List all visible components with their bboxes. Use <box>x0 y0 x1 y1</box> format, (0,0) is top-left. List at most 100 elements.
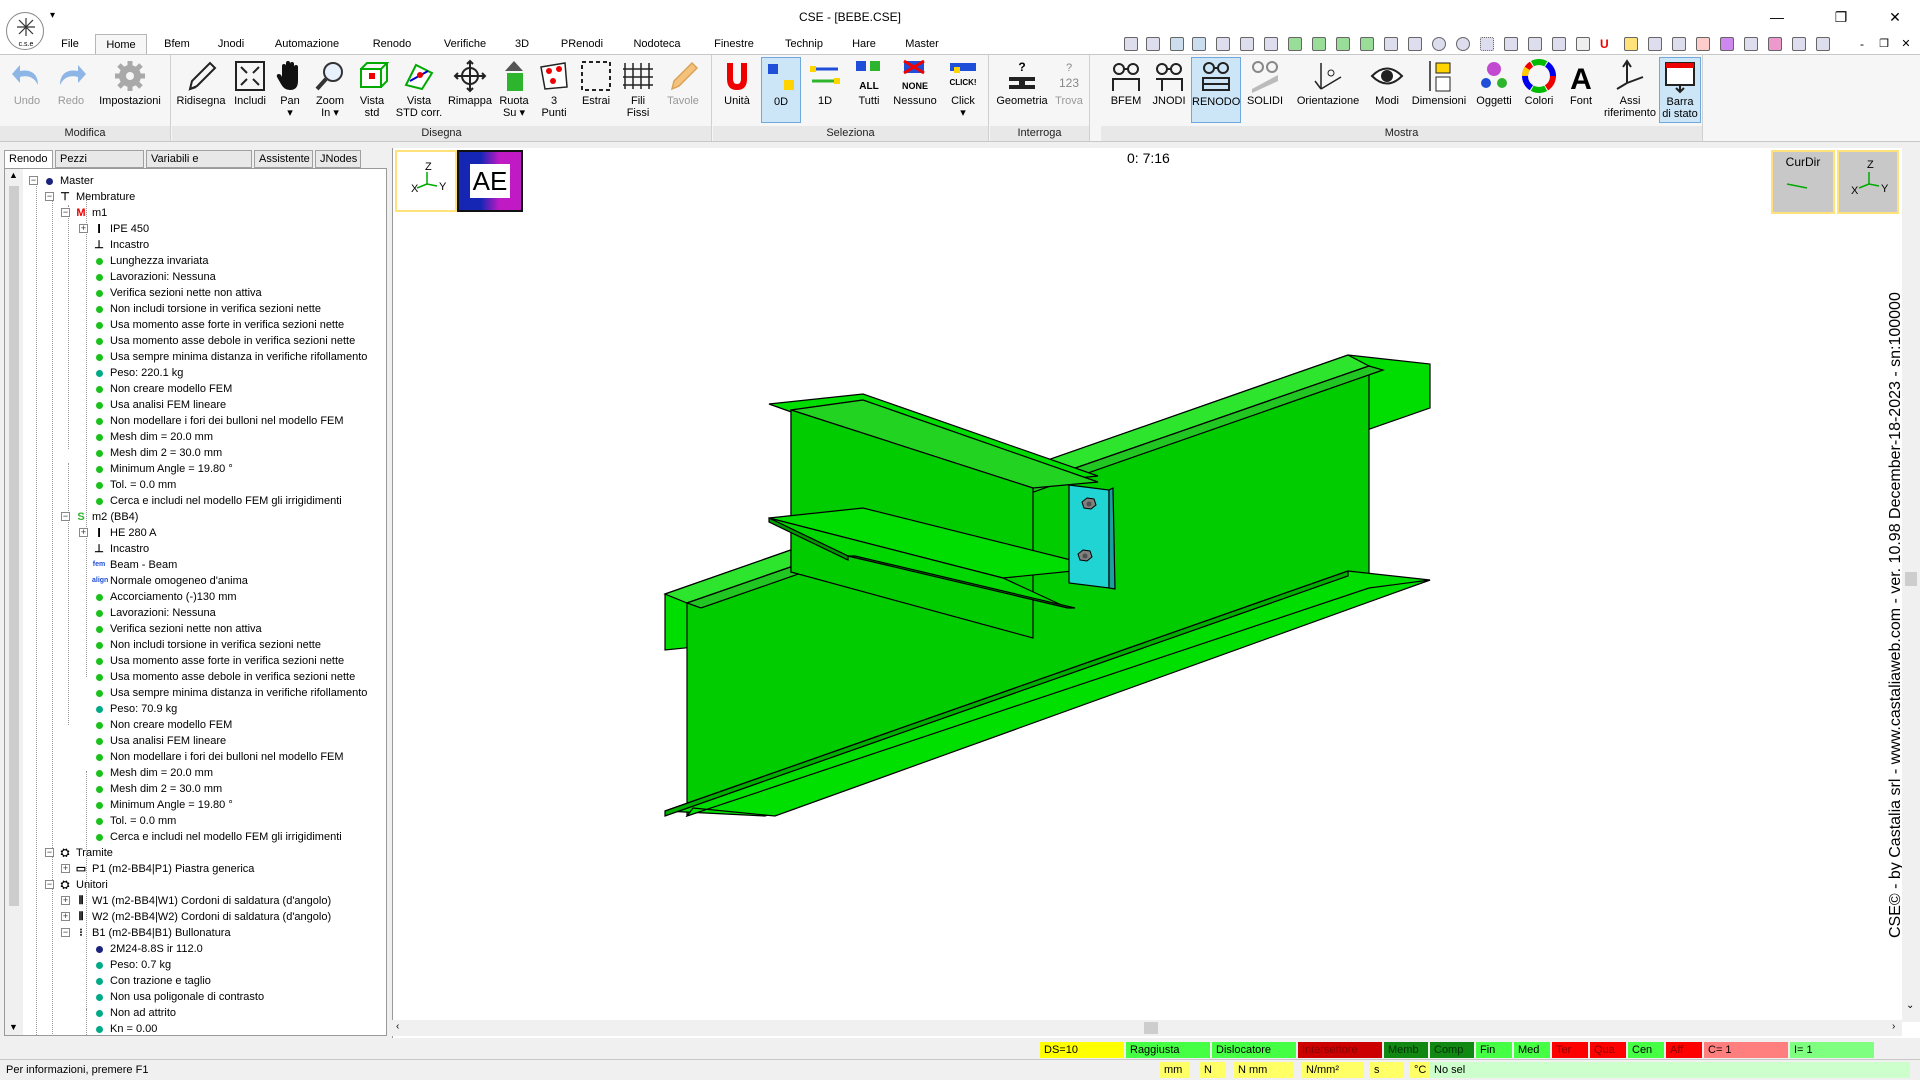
menu-renodo[interactable]: Renodo <box>370 34 414 54</box>
unit-time[interactable]: s <box>1370 1062 1404 1078</box>
barra-di-stato-button[interactable]: Barra di stato <box>1659 57 1701 123</box>
vista-std-corr-button[interactable]: Vista STD corr. <box>394 57 444 123</box>
status-intersettore[interactable]: Intersettore <box>1298 1042 1382 1058</box>
pencil-small-icon[interactable] <box>1216 37 1230 51</box>
status-raggiusta[interactable]: Raggiusta <box>1126 1042 1210 1058</box>
menu-prenodi[interactable]: PRenodi <box>558 34 606 54</box>
beam-m1-ipe450[interactable] <box>663 354 1431 818</box>
inner-restore-button[interactable]: ❐ <box>1874 34 1894 54</box>
scroll-down-icon[interactable]: ⌄ <box>1906 1000 1914 1011</box>
unita-button[interactable]: Unità <box>717 57 757 123</box>
rotate-small-icon[interactable] <box>1408 37 1422 51</box>
menu-home[interactable]: Home <box>95 34 147 55</box>
status-med[interactable]: Med <box>1514 1042 1550 1058</box>
unit-moment[interactable]: N mm <box>1234 1062 1294 1078</box>
arrow-left-icon[interactable] <box>1312 37 1326 51</box>
scroll-left-icon[interactable]: ‹ <box>396 1021 399 1032</box>
rimappa-button[interactable]: Rimappa <box>446 57 494 123</box>
vscroll-thumb[interactable] <box>1905 572 1917 586</box>
orientazione-button[interactable]: Orientazione <box>1291 57 1365 123</box>
viewport-vertical-scrollbar[interactable]: ⌄ <box>1902 148 1920 1022</box>
status-ter[interactable]: Ter <box>1552 1042 1588 1058</box>
menu-master[interactable]: Master <box>902 34 942 54</box>
pan-small-icon[interactable] <box>1264 37 1278 51</box>
minimize-button[interactable]: — <box>1754 4 1800 30</box>
scroll-right-icon[interactable]: › <box>1892 1021 1895 1032</box>
all-small-icon[interactable] <box>1672 37 1686 51</box>
tree-expander-icon[interactable]: − <box>45 192 54 201</box>
monitor-small-icon[interactable] <box>1792 37 1806 51</box>
dimensioni-button[interactable]: Dimensioni <box>1409 57 1469 123</box>
modi-button[interactable]: Modi <box>1367 57 1407 123</box>
3-punti-button[interactable]: 3 Punti <box>534 57 574 123</box>
menu-nodoteca[interactable]: Nodoteca <box>630 34 684 54</box>
tree-expander-icon[interactable]: − <box>61 928 70 937</box>
assi-riferimento-button[interactable]: Assi riferimento <box>1601 57 1659 123</box>
tavole-button[interactable]: Tavole <box>660 57 706 123</box>
status-dislocatore[interactable]: Dislocatore <box>1212 1042 1296 1058</box>
undo-small-icon[interactable] <box>1170 37 1184 51</box>
tree-expander-icon[interactable]: + <box>79 528 88 537</box>
redo-small-icon[interactable] <box>1192 37 1206 51</box>
cube-icon[interactable] <box>1384 37 1398 51</box>
tab-pezzi-selezionati[interactable]: Pezzi selezionati <box>55 150 144 182</box>
status-c-value[interactable]: C= 1 <box>1704 1042 1788 1058</box>
menu-3d[interactable]: 3D <box>514 34 530 54</box>
close-button[interactable]: ✕ <box>1872 4 1918 30</box>
od-small-icon[interactable] <box>1624 37 1638 51</box>
renodo-button[interactable]: RENODO <box>1191 57 1241 123</box>
menu-technip[interactable]: Technip <box>782 34 826 54</box>
color-small-icon[interactable] <box>1768 37 1782 51</box>
unit-stress[interactable]: N/mm² <box>1302 1062 1364 1078</box>
none-small-icon[interactable] <box>1696 37 1710 51</box>
bus-icon[interactable] <box>1552 37 1566 51</box>
app-logo[interactable]: c.s.e <box>6 12 44 50</box>
pan-button[interactable]: Pan ▾ <box>272 57 308 123</box>
tree-expander-icon[interactable]: − <box>29 176 38 185</box>
click-small-icon[interactable] <box>1720 37 1734 51</box>
view-axis-indicator[interactable]: Z X Y <box>1837 150 1899 214</box>
status-fin[interactable]: Fin <box>1476 1042 1512 1058</box>
node-small-icon[interactable] <box>1744 37 1758 51</box>
menu-file[interactable]: File <box>58 34 82 54</box>
view-small-icon[interactable] <box>1528 37 1542 51</box>
includi-button[interactable]: Includi <box>230 57 270 123</box>
viewport-horizontal-scrollbar[interactable]: ‹ › <box>392 1020 1902 1036</box>
save-as-icon[interactable] <box>1146 37 1160 51</box>
zoom-small-icon[interactable] <box>1432 37 1446 51</box>
status-memb[interactable]: Memb <box>1384 1042 1428 1058</box>
menu-automazione[interactable]: Automazione <box>272 34 342 54</box>
grid-small-icon[interactable] <box>1504 37 1518 51</box>
extract-small-icon[interactable] <box>1480 37 1494 51</box>
hscroll-thumb[interactable] <box>1144 1022 1158 1034</box>
arrow-down-icon[interactable] <box>1360 37 1374 51</box>
click-button[interactable]: CLICK! Click ▾ <box>941 57 985 123</box>
zoom-out-small-icon[interactable] <box>1456 37 1470 51</box>
trova-button[interactable]: ? 123 Trova <box>1052 57 1086 123</box>
tab-renodo[interactable]: Renodo <box>4 150 53 169</box>
unit-length[interactable]: mm <box>1160 1062 1190 1078</box>
1d-button[interactable]: 1D <box>805 57 845 123</box>
tree-expander-icon[interactable]: + <box>61 912 70 921</box>
tree-scroll-down-icon[interactable]: ▼ <box>9 1022 18 1032</box>
fili-fissi-button[interactable]: Fili Fissi <box>618 57 658 123</box>
tree-expander-icon[interactable]: − <box>61 512 70 521</box>
od-button[interactable]: 0D <box>761 57 801 123</box>
status-cen[interactable]: Cen <box>1628 1042 1664 1058</box>
tree-scrollbar-thumb[interactable] <box>9 186 19 906</box>
vista-std-button[interactable]: Vista std <box>352 57 392 123</box>
tree-expander-icon[interactable]: − <box>45 880 54 889</box>
status-comp[interactable]: Comp <box>1430 1042 1474 1058</box>
status-i-value[interactable]: I= 1 <box>1790 1042 1874 1058</box>
menu-hare[interactable]: Hare <box>851 34 877 54</box>
link-small-icon[interactable] <box>1648 37 1662 51</box>
save-icon[interactable] <box>1124 37 1138 51</box>
camera-icon[interactable] <box>1816 37 1830 51</box>
impostazioni-button[interactable]: Impostazioni <box>94 57 166 123</box>
menu-bfem[interactable]: Bfem <box>162 34 192 54</box>
status-ds[interactable]: DS=10 <box>1040 1042 1124 1058</box>
tutti-button[interactable]: ALL Tutti <box>849 57 889 123</box>
ridisegna-button[interactable]: Ridisegna <box>174 57 228 123</box>
estrai-button[interactable]: Estrai <box>576 57 616 123</box>
bfem-button[interactable]: BFEM <box>1105 57 1147 123</box>
